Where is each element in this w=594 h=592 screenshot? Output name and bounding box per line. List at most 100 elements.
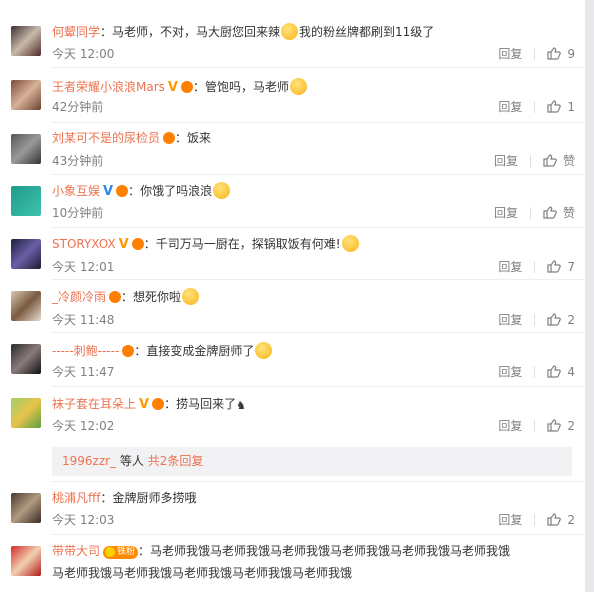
reply-button[interactable]: 回复 <box>498 100 522 114</box>
comment-text: ：捞马回来了 <box>164 397 237 411</box>
avatar[interactable] <box>11 239 41 269</box>
reply-button[interactable]: 回复 <box>498 513 522 527</box>
reply-button[interactable]: 回复 <box>498 313 522 327</box>
thumbs-up-icon <box>547 419 562 432</box>
comment-actions: 回复 2 <box>498 418 575 434</box>
shocked-emoji-icon <box>341 235 359 252</box>
comment-body: 王者荣耀小浪浪Mars V ：管饱吗，马老师 <box>52 78 308 96</box>
vip-badge-icon: V <box>139 397 150 412</box>
username[interactable]: 小象互娱 <box>52 184 100 198</box>
reply-button[interactable]: 回复 <box>498 419 522 433</box>
username[interactable]: STORYXOX <box>52 237 116 251</box>
view-more-replies-link[interactable]: 共2条回复 <box>148 454 204 468</box>
level-badge-icon <box>109 291 122 303</box>
like-label: 赞 <box>562 206 575 220</box>
comment-time: 43分钟前 <box>52 154 104 168</box>
comment-text: ：金牌厨师多捞哦 <box>100 491 197 505</box>
thumbs-up-icon <box>543 154 557 167</box>
username[interactable]: 刘某可不是的尿检员 <box>52 131 160 145</box>
comment-body: _冷颜冷雨 ：想死你啦 <box>52 288 200 305</box>
reply-button[interactable]: 回复 <box>498 47 522 61</box>
reply-button[interactable]: 回复 <box>494 154 518 168</box>
divider <box>534 48 536 60</box>
comment-actions: 回复 2 <box>498 312 575 328</box>
username[interactable]: 何颦同学 <box>52 25 100 39</box>
avatar[interactable] <box>11 186 41 216</box>
comment-text: ：想死你啦 <box>121 290 182 304</box>
comment-actions: 回复 赞 <box>494 153 575 169</box>
divider <box>52 279 585 280</box>
comment-text: ：你饿了吗浪浪 <box>128 184 213 198</box>
divider <box>534 420 536 432</box>
divider <box>52 332 585 333</box>
laughing-emoji-icon <box>255 342 273 359</box>
comment-time: 今天 12:01 <box>52 260 115 274</box>
username[interactable]: 带带大司 <box>52 544 100 558</box>
like-button[interactable]: 赞 <box>543 154 575 168</box>
avatar[interactable] <box>11 344 41 374</box>
divider <box>52 386 585 387</box>
comment-time: 42分钟前 <box>52 100 104 114</box>
divider <box>534 366 536 378</box>
like-count: 2 <box>567 419 575 433</box>
divider <box>52 67 585 68</box>
level-badge-icon <box>116 185 129 197</box>
horse-emoji-icon: ♞ <box>236 399 246 412</box>
thumbs-up-icon <box>547 100 562 113</box>
divider <box>52 481 585 482</box>
username[interactable]: 袜子套在耳朵上 <box>52 397 136 411</box>
comment-text: ：马老师，不对，马大厨您回来辣 <box>100 25 281 39</box>
reply-button[interactable]: 回复 <box>498 365 522 379</box>
comment-list: 何颦同学：马老师，不对，马大厨您回来辣 我的粉丝牌都刷到11级了 今天 12:00… <box>0 0 585 592</box>
avatar[interactable] <box>11 291 41 321</box>
like-button[interactable]: 2 <box>547 313 575 327</box>
like-count: 4 <box>567 365 575 379</box>
thumbs-up-icon <box>543 206 557 219</box>
comment-actions: 回复 9 <box>498 46 575 62</box>
vip-badge-icon: V <box>167 80 178 95</box>
comment-body: 小象互娱 V ：你饿了吗浪浪 <box>52 182 231 200</box>
avatar[interactable] <box>11 134 41 164</box>
comment-text: ：管饱吗，马老师 <box>192 80 289 94</box>
like-button[interactable]: 9 <box>547 47 575 61</box>
divider <box>529 207 531 219</box>
comment-body: -----刺鲍----- ：直接变成金牌厨师了 <box>52 342 273 359</box>
like-button[interactable]: 1 <box>547 100 575 114</box>
like-button[interactable]: 2 <box>547 419 575 433</box>
avatar[interactable] <box>11 546 41 576</box>
reply-button[interactable]: 回复 <box>498 260 522 274</box>
username[interactable]: _冷颜冷雨 <box>52 290 106 304</box>
comment-actions: 回复 1 <box>498 99 575 115</box>
verified-badge-icon: V <box>103 184 114 199</box>
comment-time: 今天 11:48 <box>52 313 115 327</box>
reply-button[interactable]: 回复 <box>494 206 518 220</box>
page-edge <box>585 0 594 592</box>
avatar[interactable] <box>11 398 41 428</box>
like-button[interactable]: 赞 <box>543 206 575 220</box>
like-button[interactable]: 2 <box>547 513 575 527</box>
sub-replies-bar[interactable]: 1996zzr_ 等人 共2条回复 <box>52 447 572 476</box>
username[interactable]: 桃浦凡fff <box>52 491 101 505</box>
divider <box>534 261 536 273</box>
like-count: 1 <box>567 100 575 114</box>
like-button[interactable]: 4 <box>547 365 575 379</box>
comment-actions: 回复 7 <box>498 259 575 275</box>
like-label: 赞 <box>562 154 575 168</box>
comment-body: 桃浦凡fff：金牌厨师多捞哦 <box>52 490 197 506</box>
avatar[interactable] <box>11 493 41 523</box>
like-count: 9 <box>567 47 575 61</box>
username[interactable]: 王者荣耀小浪浪Mars <box>52 80 165 94</box>
level-badge-icon <box>131 238 144 250</box>
avatar[interactable] <box>11 26 41 56</box>
comment-actions: 回复 赞 <box>494 205 575 221</box>
username[interactable]: -----刺鲍----- <box>52 344 119 358</box>
comment-time: 今天 12:03 <box>52 513 115 527</box>
sub-reply-text: 等人 <box>116 454 148 468</box>
level-badge-icon <box>180 81 193 93</box>
comment-body: STORYXOX V ：千司万马一厨在，探锅取饭有何难! <box>52 235 360 253</box>
comment-text: ：马老师我饿马老师我饿马老师我饿马老师我饿马老师我饿马老师我饿 <box>138 544 511 558</box>
avatar[interactable] <box>11 80 41 110</box>
like-button[interactable]: 7 <box>547 260 575 274</box>
comment-body: 带带大司 铁粉 ：马老师我饿马老师我饿马老师我饿马老师我饿马老师我饿马老师我饿 <box>52 543 510 559</box>
sub-reply-user[interactable]: 1996zzr_ <box>62 454 116 468</box>
